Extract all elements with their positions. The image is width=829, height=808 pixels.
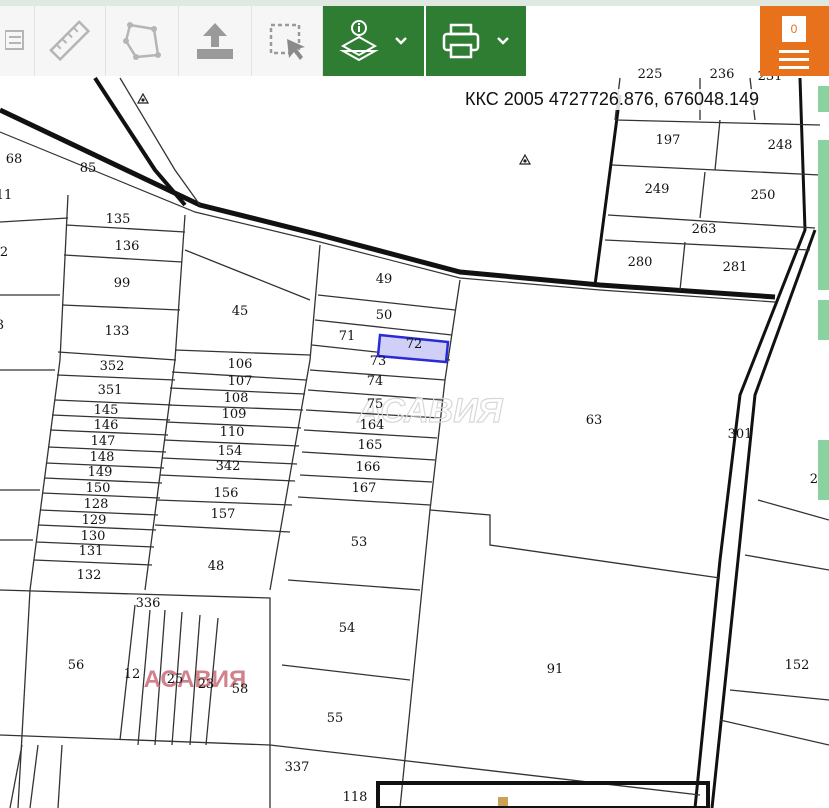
menu-badge: 0 bbox=[782, 16, 806, 42]
parcel-label: 99 bbox=[114, 276, 131, 291]
parcel-label: 154 bbox=[218, 444, 243, 459]
parcel-label: 11 bbox=[0, 188, 12, 203]
parcel-label: 301 bbox=[728, 427, 753, 442]
parcel-label: 152 bbox=[785, 658, 810, 673]
parcel-label: 248 bbox=[768, 138, 793, 153]
coordinate-readout: ККС 2005 4727726.876, 676048.149 bbox=[463, 89, 762, 110]
upload-button[interactable] bbox=[179, 6, 252, 76]
parcel-label: 250 bbox=[751, 188, 776, 203]
parcel-label: 147 bbox=[91, 434, 116, 449]
parcel-label: 63 bbox=[586, 413, 603, 428]
parcel-label: 165 bbox=[358, 438, 383, 453]
parcel-label: 118 bbox=[343, 790, 368, 805]
cadastral-map[interactable]: АСАВИЯАСАВИЯ 225236231688511197248249250… bbox=[0, 0, 829, 808]
parcel-label: 166 bbox=[356, 460, 381, 475]
parcel-label: 109 bbox=[222, 407, 247, 422]
ruler-icon bbox=[49, 20, 91, 62]
menu-button[interactable]: 0 bbox=[760, 6, 829, 76]
parcel-label: 148 bbox=[90, 450, 115, 465]
parcel-label: 146 bbox=[94, 418, 119, 433]
parcel-label: 130 bbox=[81, 529, 106, 544]
polygon-icon bbox=[123, 22, 161, 60]
parcel-label: 56 bbox=[68, 658, 85, 673]
chevron-down-icon[interactable] bbox=[495, 33, 511, 49]
parcel-label: 71 bbox=[339, 329, 356, 344]
parcel-label: 2 bbox=[0, 245, 8, 260]
parcel-label: 74 bbox=[367, 374, 384, 389]
info-layers-button[interactable] bbox=[323, 6, 424, 76]
upload-icon bbox=[197, 23, 233, 59]
parcel-label: 263 bbox=[692, 222, 717, 237]
legend-icon bbox=[5, 30, 24, 50]
parcel-label: 135 bbox=[106, 212, 131, 227]
parcel-label: 12 bbox=[124, 667, 141, 682]
parcel-label: 157 bbox=[211, 507, 236, 522]
parcel-label: 53 bbox=[351, 535, 368, 550]
parcel-label: 132 bbox=[77, 568, 102, 583]
parcel-label: 68 bbox=[6, 152, 23, 167]
parcel-label: 72 bbox=[406, 337, 423, 352]
parcel-label: 150 bbox=[86, 481, 111, 496]
parcel-label: 58 bbox=[232, 682, 249, 697]
parcel-label: 336 bbox=[136, 596, 161, 611]
parcel-label: 128 bbox=[84, 497, 109, 512]
parcel-label: 3 bbox=[0, 318, 4, 333]
parcel-label: 133 bbox=[105, 324, 130, 339]
parcel-label: 107 bbox=[228, 374, 253, 389]
parcel-label: 75 bbox=[367, 397, 384, 412]
measure-area-button[interactable] bbox=[106, 6, 179, 76]
parcel-label: 337 bbox=[285, 760, 310, 775]
parcel-label: 197 bbox=[656, 133, 681, 148]
parcel-label: 280 bbox=[628, 255, 653, 270]
select-area-button[interactable] bbox=[252, 6, 323, 76]
chevron-down-icon[interactable] bbox=[393, 33, 409, 49]
side-panel-tab[interactable] bbox=[818, 86, 829, 112]
parcel-label: 129 bbox=[82, 513, 107, 528]
parcel-label: 48 bbox=[208, 559, 225, 574]
parcel-label: 54 bbox=[339, 621, 356, 636]
parcel-label: 167 bbox=[352, 481, 377, 496]
side-panel-tab[interactable] bbox=[818, 140, 829, 290]
parcel-label: 108 bbox=[224, 391, 249, 406]
parcel-label: 149 bbox=[88, 465, 113, 480]
legend-tool-button[interactable] bbox=[0, 6, 35, 76]
parcel-label: 156 bbox=[214, 486, 239, 501]
parcel-label: 50 bbox=[376, 308, 393, 323]
parcel-label: 351 bbox=[98, 383, 123, 398]
parcel-label: 106 bbox=[228, 357, 253, 372]
parcel-label: 25 bbox=[167, 672, 184, 687]
parcel-label: 23 bbox=[198, 677, 215, 692]
parcel-label: 55 bbox=[327, 711, 344, 726]
parcel-label: 342 bbox=[216, 459, 241, 474]
parcel-label: 164 bbox=[360, 418, 385, 433]
parcel-label: 45 bbox=[232, 304, 249, 319]
parcel-label: 249 bbox=[645, 182, 670, 197]
map-toolbar: 0 bbox=[0, 0, 829, 78]
info-layers-icon bbox=[338, 20, 379, 62]
select-box-icon bbox=[269, 23, 305, 60]
parcel-label: 131 bbox=[79, 544, 104, 559]
side-panel-tab[interactable] bbox=[818, 440, 829, 500]
parcel-label: 85 bbox=[80, 161, 97, 176]
print-button[interactable] bbox=[426, 6, 526, 76]
parcel-label: 73 bbox=[370, 354, 387, 369]
parcel-label: 110 bbox=[220, 425, 245, 440]
hamburger-icon bbox=[779, 50, 809, 74]
measure-distance-button[interactable] bbox=[35, 6, 106, 76]
parcel-label: 91 bbox=[547, 662, 564, 677]
parcel-label: 49 bbox=[376, 272, 393, 287]
printer-icon bbox=[442, 23, 480, 59]
parcel-label: 281 bbox=[723, 260, 748, 275]
parcel-label: 352 bbox=[100, 359, 125, 374]
side-panel-tab[interactable] bbox=[818, 300, 829, 340]
parcel-label: 145 bbox=[94, 403, 119, 418]
parcel-label: 136 bbox=[115, 239, 140, 254]
